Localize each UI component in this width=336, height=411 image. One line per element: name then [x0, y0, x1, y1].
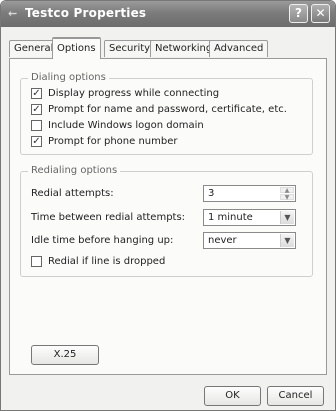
prompt-credentials-label: Prompt for name and password, certificat…: [48, 104, 287, 115]
options-panel: Dialing options ✓ Display progress while…: [9, 58, 327, 375]
redial-interval-select[interactable]: 1 minute ▼: [203, 209, 296, 226]
spin-buttons[interactable]: ▲ ▼: [280, 187, 294, 201]
dialing-options-title: Dialing options: [28, 72, 109, 83]
redial-if-dropped-label: Redial if line is dropped: [48, 256, 166, 267]
tab-security[interactable]: Security: [104, 40, 156, 57]
dialing-options-group: Dialing options ✓ Display progress while…: [20, 72, 313, 155]
include-domain-checkbox[interactable]: [31, 120, 42, 131]
spin-up-icon[interactable]: ▲: [280, 187, 294, 194]
prompt-phone-checkbox[interactable]: ✓: [31, 136, 42, 147]
redial-attempts-label: Redial attempts:: [31, 188, 114, 199]
tab-general[interactable]: General: [9, 40, 59, 57]
title-bar[interactable]: ⇜ Testco Properties ? ✕: [1, 1, 335, 27]
connection-icon: ⇜: [8, 7, 18, 20]
tab-networking[interactable]: Networking: [150, 40, 218, 57]
idle-time-value: never: [208, 235, 237, 246]
cancel-button[interactable]: Cancel: [267, 386, 324, 406]
redial-attempts-spinner[interactable]: 3 ▲ ▼: [203, 185, 296, 202]
display-progress-checkbox[interactable]: ✓: [31, 88, 42, 99]
chevron-down-icon[interactable]: ▼: [280, 234, 294, 247]
include-domain-label: Include Windows logon domain: [48, 120, 204, 131]
prompt-credentials-checkbox[interactable]: ✓: [31, 104, 42, 115]
close-button[interactable]: ✕: [311, 4, 330, 23]
ok-button[interactable]: OK: [204, 386, 261, 406]
redialing-options-group: Redialing options Redial attempts: 3 ▲ ▼…: [20, 165, 313, 277]
idle-time-select[interactable]: never ▼: [203, 232, 296, 249]
prompt-phone-label: Prompt for phone number: [48, 136, 178, 147]
x25-button[interactable]: X.25: [31, 345, 99, 365]
redial-if-dropped-checkbox[interactable]: [31, 256, 42, 267]
window-title: Testco Properties: [25, 6, 147, 20]
chevron-down-icon[interactable]: ▼: [280, 211, 294, 224]
help-button[interactable]: ?: [289, 4, 308, 23]
idle-time-label: Idle time before hanging up:: [31, 235, 174, 246]
display-progress-label: Display progress while connecting: [48, 88, 220, 99]
redial-interval-value: 1 minute: [208, 212, 253, 223]
tab-advanced[interactable]: Advanced: [209, 40, 269, 57]
properties-dialog: ⇜ Testco Properties ? ✕ General Options …: [0, 0, 336, 411]
spin-down-icon[interactable]: ▼: [280, 194, 294, 201]
redialing-options-title: Redialing options: [28, 165, 121, 176]
tab-options[interactable]: Options: [52, 37, 101, 59]
redial-interval-label: Time between redial attempts:: [31, 212, 186, 223]
redial-attempts-value: 3: [208, 188, 215, 199]
